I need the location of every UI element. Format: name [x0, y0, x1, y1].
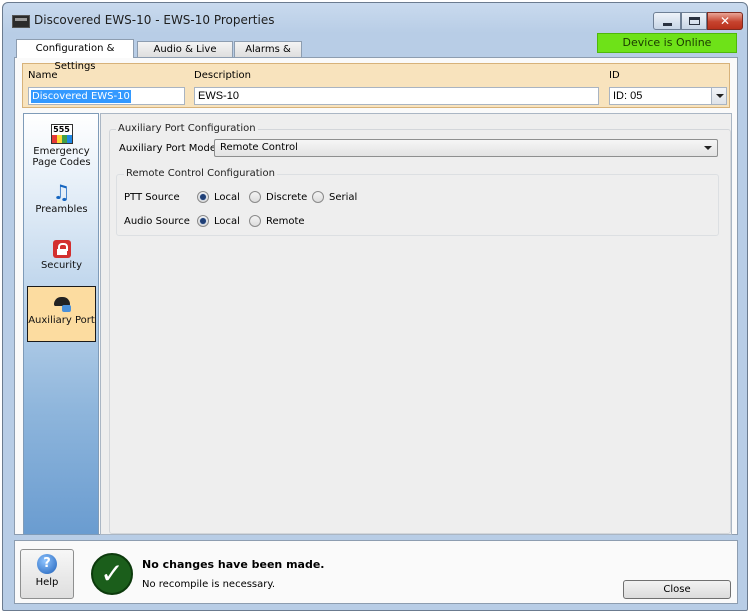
- audio-source-label: Audio Source: [124, 216, 190, 227]
- properties-window: Discovered EWS-10 - EWS-10 Properties ✕ …: [2, 2, 748, 611]
- maximize-button[interactable]: [681, 12, 707, 30]
- help-button[interactable]: ? Help: [20, 549, 74, 599]
- chevron-down-icon[interactable]: [711, 88, 726, 104]
- radio-label: Discrete: [266, 192, 308, 203]
- audio-source-local-radio[interactable]: Local: [197, 215, 240, 227]
- sidebar-item-label: Security: [40, 260, 83, 271]
- content-area: Name Description ID Discovered EWS-10 ID…: [14, 57, 738, 535]
- auxiliary-port-icon: [51, 293, 73, 313]
- device-status-badge: Device is Online: [597, 33, 737, 53]
- name-label: Name: [28, 70, 58, 81]
- sidebar-item-preambles[interactable]: ♫ Preambles: [27, 176, 96, 232]
- aux-port-mode-label: Auxiliary Port Mode: [119, 143, 217, 154]
- close-icon: ✕: [719, 14, 731, 28]
- ptt-source-serial-radio[interactable]: Serial: [312, 191, 358, 203]
- radio-button[interactable]: [197, 215, 209, 227]
- radio-button[interactable]: [249, 215, 261, 227]
- ptt-source-label: PTT Source: [124, 192, 180, 203]
- sidebar-item-security[interactable]: Security: [27, 234, 96, 290]
- help-icon: ?: [37, 554, 57, 574]
- color-bar: [51, 135, 72, 143]
- title-bar[interactable]: Discovered EWS-10 - EWS-10 Properties ✕: [3, 3, 747, 37]
- chevron-down-icon: [704, 146, 712, 150]
- remote-control-title: Remote Control Configuration: [124, 168, 277, 179]
- ptt-source-local-radio[interactable]: Local: [197, 191, 240, 203]
- settings-sidebar: 555 Emergency Page Codes ♫ Preambles Sec…: [23, 113, 99, 535]
- maximize-icon: [689, 17, 700, 25]
- close-window-button[interactable]: ✕: [707, 12, 743, 30]
- aux-port-mode-value: Remote Control: [220, 142, 298, 153]
- sidebar-item-label: Preambles: [35, 204, 88, 215]
- device-properties-bar: Name Description ID Discovered EWS-10 ID…: [22, 63, 730, 108]
- emergency-page-codes-icon: 555: [50, 124, 73, 144]
- lock-icon: [52, 240, 71, 258]
- sidebar-item-label: Emergency Page Codes: [32, 146, 91, 168]
- group-title: Auxiliary Port Configuration: [116, 123, 258, 134]
- sidebar-item-auxiliary-port[interactable]: Auxiliary Port: [27, 286, 96, 342]
- checkmark-icon: ✓: [91, 553, 133, 595]
- radio-label: Remote: [266, 216, 305, 227]
- minimize-icon: [663, 23, 672, 26]
- sidebar-item-emergency-page-codes[interactable]: 555 Emergency Page Codes: [27, 118, 96, 174]
- minimize-button[interactable]: [653, 12, 681, 30]
- window-title: Discovered EWS-10 - EWS-10 Properties: [34, 13, 275, 27]
- audio-source-remote-radio[interactable]: Remote: [249, 215, 305, 227]
- description-field[interactable]: [194, 87, 599, 105]
- tab-configuration-settings[interactable]: Configuration & Settings: [16, 39, 134, 72]
- id-dropdown-value: ID: 05: [613, 90, 643, 102]
- radio-button[interactable]: [249, 191, 261, 203]
- radio-button[interactable]: [197, 191, 209, 203]
- music-note-icon: ♫: [52, 180, 71, 204]
- help-label: Help: [35, 577, 59, 588]
- tab-alarms-logs[interactable]: Alarms & Logs: [234, 41, 302, 70]
- name-field[interactable]: [28, 87, 185, 105]
- auxiliary-port-panel: Auxiliary Port Configuration Auxiliary P…: [100, 113, 732, 535]
- description-label: Description: [194, 70, 251, 81]
- aux-port-mode-select[interactable]: Remote Control: [214, 139, 718, 157]
- tab-audio-live-control[interactable]: Audio & Live Control: [137, 41, 233, 70]
- sidebar-item-label: Auxiliary Port: [28, 315, 95, 326]
- id-dropdown[interactable]: ID: 05: [609, 87, 727, 105]
- footer-bar: ? Help ✓ No changes have been made. No r…: [14, 540, 738, 604]
- close-button[interactable]: Close: [623, 580, 731, 599]
- ptt-source-discrete-radio[interactable]: Discrete: [249, 191, 308, 203]
- status-submessage: No recompile is necessary.: [142, 579, 276, 590]
- app-icon: [12, 15, 30, 28]
- radio-label: Local: [214, 192, 240, 203]
- status-message: No changes have been made.: [142, 558, 325, 571]
- radio-button[interactable]: [312, 191, 324, 203]
- radio-label: Local: [214, 216, 240, 227]
- radio-label: Serial: [329, 192, 358, 203]
- id-label: ID: [609, 70, 620, 81]
